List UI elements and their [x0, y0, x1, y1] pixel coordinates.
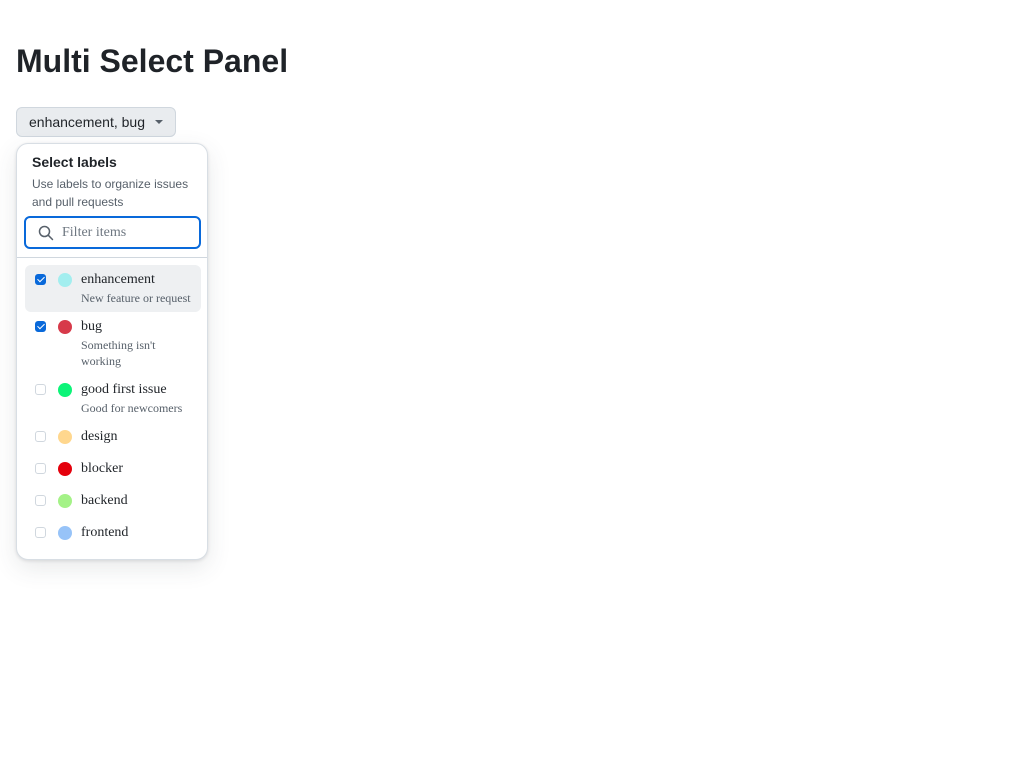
divider [17, 257, 207, 258]
filter-field[interactable] [24, 216, 201, 249]
checkbox[interactable] [35, 384, 46, 395]
list-item-good-first-issue[interactable]: good first issue Good for newcomers [25, 375, 201, 422]
list-item-blocker[interactable]: blocker [25, 454, 201, 486]
page-title: Multi Select Panel [16, 43, 289, 79]
item-description: Something isn't working [81, 338, 156, 368]
list-item-frontend[interactable]: frontend [25, 518, 201, 550]
checkbox[interactable] [35, 495, 46, 506]
checkbox[interactable] [35, 431, 46, 442]
item-label: frontend [81, 525, 129, 540]
color-dot [58, 430, 72, 444]
color-dot [58, 383, 72, 397]
item-description: New feature or request [81, 291, 191, 305]
item-label: blocker [81, 461, 123, 476]
list-item-enhancement[interactable]: enhancement New feature or request [25, 265, 201, 312]
color-dot [58, 462, 72, 476]
list-item-backend[interactable]: backend [25, 486, 201, 518]
item-label: backend [81, 493, 128, 508]
color-dot [58, 494, 72, 508]
checkbox[interactable] [35, 463, 46, 474]
item-label: bug [81, 319, 102, 334]
filter-input[interactable] [62, 224, 182, 241]
item-label: enhancement [81, 272, 155, 287]
label-select-button[interactable]: enhancement, bug [16, 107, 176, 137]
selected-labels-text: enhancement, bug [29, 114, 145, 130]
item-label: design [81, 429, 118, 444]
search-icon [38, 225, 54, 240]
panel-subtitle: Use labels to organize issues and pull r… [32, 177, 189, 209]
color-dot [58, 320, 72, 334]
checkbox[interactable] [35, 321, 46, 332]
panel-header: Select labels Use labels to organize iss… [17, 144, 207, 211]
checkbox[interactable] [35, 527, 46, 538]
item-label: good first issue [81, 382, 167, 397]
color-dot [58, 273, 72, 287]
color-dot [58, 526, 72, 540]
list-item-design[interactable]: design [25, 422, 201, 454]
list-item-bug[interactable]: bug Something isn't working [25, 312, 201, 375]
item-description: Good for newcomers [81, 401, 183, 415]
checkbox[interactable] [35, 274, 46, 285]
label-list: enhancement New feature or request bug S… [25, 265, 201, 550]
panel-title: Select labels [32, 154, 117, 170]
triangle-down-icon [155, 120, 163, 124]
select-panel: Select labels Use labels to organize iss… [16, 143, 208, 560]
